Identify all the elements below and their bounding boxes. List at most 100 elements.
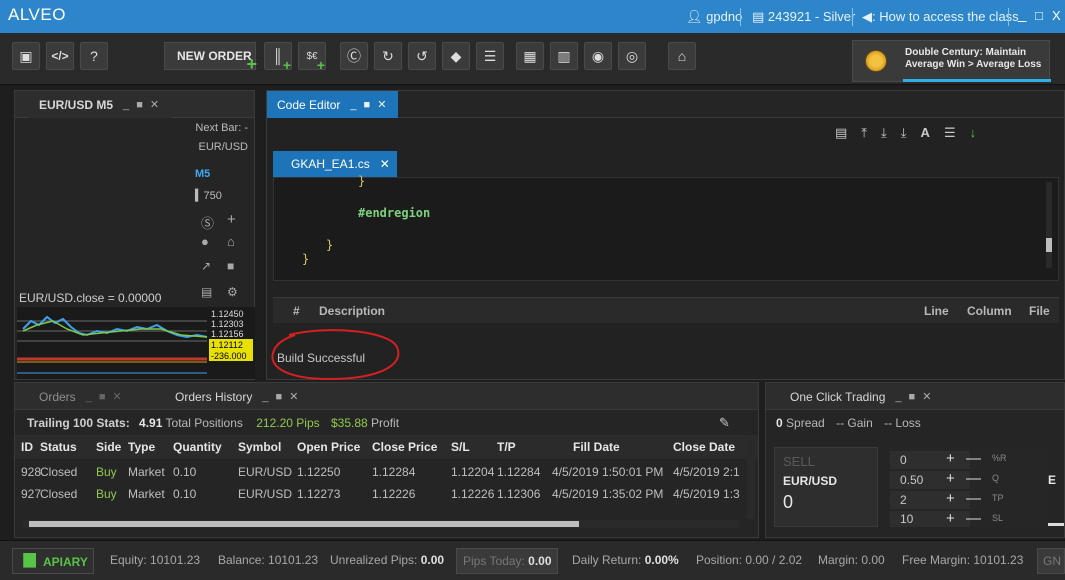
col-header[interactable]: ID: [21, 440, 33, 454]
refresh-money-icon[interactable]: ↻: [374, 42, 402, 70]
code-icon[interactable]: </>: [46, 42, 74, 70]
help-icon[interactable]: ?: [80, 42, 108, 70]
user-menu[interactable]: 👤︎ gpdno: [686, 9, 742, 25]
gn-button[interactable]: GN: [1037, 548, 1065, 574]
draw-icon[interactable]: ↗: [201, 259, 211, 273]
stepper-sl[interactable]: 10: [890, 511, 970, 527]
signal-icon[interactable]: ◎: [618, 42, 646, 70]
maximize-button[interactable]: □: [1035, 8, 1043, 23]
col-header[interactable]: Close Price: [372, 440, 437, 454]
scroll-thumb[interactable]: [29, 521, 579, 527]
buy-button-fragment[interactable]: E: [1048, 473, 1056, 487]
stepper-quantity[interactable]: 0.50: [890, 471, 970, 489]
apiary-label: APIARY: [43, 555, 88, 569]
increment-buttons[interactable]: + + + +: [946, 449, 955, 529]
tab-window-controls[interactable]: _ ■ ✕: [895, 390, 933, 403]
outline-icon[interactable]: ☰: [944, 125, 970, 140]
divider: [740, 8, 741, 26]
col-header[interactable]: Side: [96, 440, 121, 454]
col-header[interactable]: Close Date: [673, 440, 735, 454]
tab-window-controls[interactable]: _ ■ ✕: [262, 390, 300, 403]
book-icon[interactable]: ▥: [550, 42, 578, 70]
tab-code-editor[interactable]: Code Editor _ ■ ✕: [267, 91, 399, 118]
bell-icon[interactable]: ⌂: [668, 42, 696, 70]
stepper-value: 0: [900, 453, 907, 467]
col-header[interactable]: S/L: [451, 440, 470, 454]
timeframe-label[interactable]: M5: [195, 168, 210, 180]
tab-orders[interactable]: Orders _ ■ ✕: [29, 383, 134, 410]
template-icon[interactable]: ■: [227, 259, 234, 273]
stepper-label: SL: [992, 513, 1004, 523]
currency-add-icon[interactable]: $€ +: [298, 42, 326, 73]
crosshair-icon[interactable]: +: [227, 211, 236, 228]
close-button[interactable]: X: [1052, 8, 1061, 23]
vertical-scrollbar[interactable]: [747, 439, 755, 519]
pentagon-icon[interactable]: ⌂: [227, 234, 235, 249]
code-area[interactable]: } #endregion } }: [273, 174, 1059, 281]
minimize-button[interactable]: _: [1018, 6, 1026, 23]
strategy-add-icon[interactable]: ║ +: [264, 42, 292, 73]
apiary-button[interactable]: ▐█ APIARY: [12, 548, 94, 574]
col-header[interactable]: T/P: [497, 440, 516, 454]
download-all-icon[interactable]: ⤓: [901, 125, 921, 140]
loss-label: -- Loss: [884, 416, 921, 430]
cash-icon[interactable]: ◆: [442, 42, 470, 70]
stats-label: Trailing 100 Stats:: [27, 416, 130, 430]
download-icon[interactable]: ⤓: [881, 125, 901, 140]
sell-button[interactable]: SELL EUR/USD 0: [774, 447, 878, 527]
col-header[interactable]: Quantity: [173, 440, 222, 454]
tab-window-controls[interactable]: _ ■ ✕: [86, 390, 124, 403]
edit-icon[interactable]: ✎: [719, 415, 730, 431]
promo-banner[interactable]: Double Century: Maintain Average Win > A…: [852, 40, 1051, 82]
close-icon[interactable]: ✕: [380, 157, 390, 171]
table-row[interactable]: 927 Closed Buy Market 0.10 EUR/USD 1.122…: [15, 483, 745, 505]
compile-icon[interactable]: ↓: [970, 125, 991, 140]
upload-icon[interactable]: ⤒: [861, 125, 881, 140]
zoom-icon[interactable]: ●: [201, 234, 209, 249]
cell: 1.12250: [297, 465, 341, 479]
new-file-icon[interactable]: ▤: [835, 125, 861, 140]
list-icon[interactable]: ☰: [476, 42, 504, 70]
dollar-cycle-icon[interactable]: Ⓢ: [201, 213, 214, 232]
total-positions-label: Total Positions: [165, 416, 243, 430]
calendar-icon[interactable]: ▦: [516, 42, 544, 70]
vertical-scrollbar[interactable]: [1046, 182, 1052, 268]
indicator-icon[interactable]: Ⓒ: [340, 42, 368, 70]
tab-file-gkah[interactable]: GKAH_EA1.cs ✕: [273, 151, 397, 177]
chat-icon[interactable]: ◉: [584, 42, 612, 70]
sync-icon[interactable]: ↺: [408, 42, 436, 70]
bars-value: 750: [203, 190, 222, 202]
cell: 1.12204: [451, 465, 495, 479]
tab-window-controls[interactable]: _ ■ ✕: [123, 98, 161, 111]
app-title: ALVEO: [8, 5, 66, 24]
settings-icon[interactable]: ⚙: [227, 285, 238, 299]
class-link[interactable]: ◀: How to access the class: [862, 9, 1019, 25]
tab-window-controls[interactable]: _ ■ ✕: [350, 98, 388, 111]
font-icon[interactable]: A: [921, 125, 944, 140]
equity: Equity: 10101.23: [110, 553, 201, 567]
save-icon[interactable]: ▣: [12, 42, 40, 70]
tab-one-click-trading[interactable]: One Click Trading _ ■ ✕: [780, 383, 943, 410]
account-icon: ▤: [752, 9, 765, 24]
position: Position: 0.00 / 2.02: [696, 553, 803, 567]
col-header[interactable]: Symbol: [238, 440, 281, 454]
tab-orders-history[interactable]: Orders History _ ■ ✕: [165, 383, 310, 410]
table-row[interactable]: 928 Closed Buy Market 0.10 EUR/USD 1.122…: [15, 461, 745, 483]
decrement-buttons[interactable]: — — — —: [966, 449, 981, 529]
cell: Buy: [96, 465, 117, 479]
col-header[interactable]: Type: [128, 440, 155, 454]
scroll-thumb[interactable]: [1046, 238, 1052, 252]
col-header[interactable]: Open Price: [297, 440, 360, 454]
col-header[interactable]: Fill Date: [573, 440, 620, 454]
chart-tabbar: EUR/USD M5 _ ■ ✕: [15, 91, 254, 118]
tab-chart[interactable]: EUR/USD M5 _ ■ ✕: [29, 91, 172, 118]
col-header[interactable]: Status: [40, 440, 77, 454]
stepper-tp[interactable]: 2: [890, 491, 970, 509]
account-label: 243921 - Silver: [767, 9, 856, 24]
account-menu[interactable]: ▤ 243921 - Silver: [752, 9, 855, 25]
daily-return: Daily Return: 0.00%: [572, 553, 679, 567]
export-icon[interactable]: ▤: [201, 285, 212, 299]
new-order-button[interactable]: NEW ORDER +: [164, 42, 257, 74]
horizontal-scrollbar[interactable]: [23, 520, 739, 528]
stepper-risk[interactable]: 0: [890, 451, 970, 469]
